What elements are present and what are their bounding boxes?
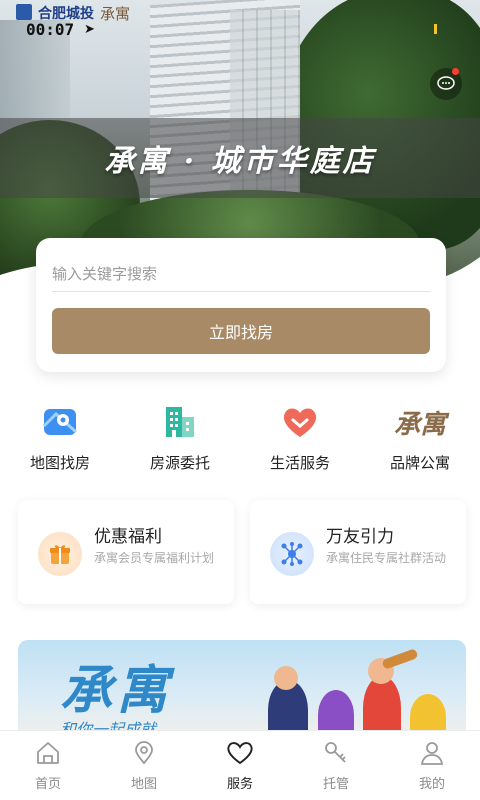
user-icon (418, 739, 446, 767)
tab-mine[interactable]: 我的 (384, 731, 480, 800)
map-pin-icon (40, 404, 80, 440)
quick-item-entrust[interactable]: 房源委托 (120, 404, 240, 474)
illustration-head (274, 666, 298, 690)
feature-subtitle: 承寓会员专属福利计划 (94, 551, 215, 565)
quick-item-life-service[interactable]: 生活服务 (240, 404, 360, 474)
heart-outline-icon (226, 739, 254, 767)
building-icon (160, 404, 200, 440)
feature-card-benefits[interactable]: 优惠福利 承寓会员专属福利计划 (18, 500, 234, 604)
notification-dot (452, 68, 459, 75)
bottom-tab-bar: 首页 地图 服务 托管 我的 (0, 730, 480, 800)
promo-banner[interactable]: 承寓 和你一起成就 (18, 640, 466, 740)
search-input[interactable] (52, 256, 430, 292)
network-icon (270, 532, 314, 576)
promo-brand: 承寓 (60, 660, 173, 721)
quick-item-brand-apartment[interactable]: 承寓 品牌公寓 (360, 404, 480, 474)
quick-nav: 地图找房 房源委托 生活服务 承寓 品牌公寓 (0, 404, 480, 474)
tab-service[interactable]: 服务 (192, 731, 288, 800)
feature-card-community[interactable]: 万友引力 承寓住民专属社群活动 (250, 500, 466, 604)
home-icon (34, 739, 62, 767)
tab-map[interactable]: 地图 (96, 731, 192, 800)
quick-item-map[interactable]: 地图找房 (0, 404, 120, 474)
feature-title: 万友引力 (326, 527, 394, 547)
key-icon (322, 739, 350, 767)
feature-title: 优惠福利 (94, 527, 162, 547)
brand-sub: 承寓 (100, 5, 131, 23)
gift-icon (38, 532, 82, 576)
status-bar: 合肥城投 承寓 00:07 ➤ (0, 0, 480, 44)
tab-home[interactable]: 首页 (0, 731, 96, 800)
chat-icon (437, 76, 455, 90)
app-logo-icon (16, 4, 32, 20)
find-house-button[interactable]: 立即找房 (52, 308, 430, 354)
clock: 00:07 (26, 20, 75, 39)
search-card: 立即找房 (36, 238, 446, 372)
guitar-icon (381, 648, 419, 670)
app-screen: 承寓 · 城市华庭店 合肥城投 承寓 00:07 ➤ 立即找房 (0, 0, 480, 800)
heart-icon (280, 404, 320, 440)
feature-subtitle: 承寓住民专属社群活动 (326, 551, 447, 565)
location-arrow-icon: ➤ (84, 22, 95, 37)
status-indicator (434, 24, 437, 34)
tab-custody[interactable]: 托管 (288, 731, 384, 800)
brand-logo-icon: 承寓 (393, 409, 446, 440)
hero-title: 承寓 · 城市华庭店 (104, 144, 376, 179)
location-icon (130, 739, 158, 767)
